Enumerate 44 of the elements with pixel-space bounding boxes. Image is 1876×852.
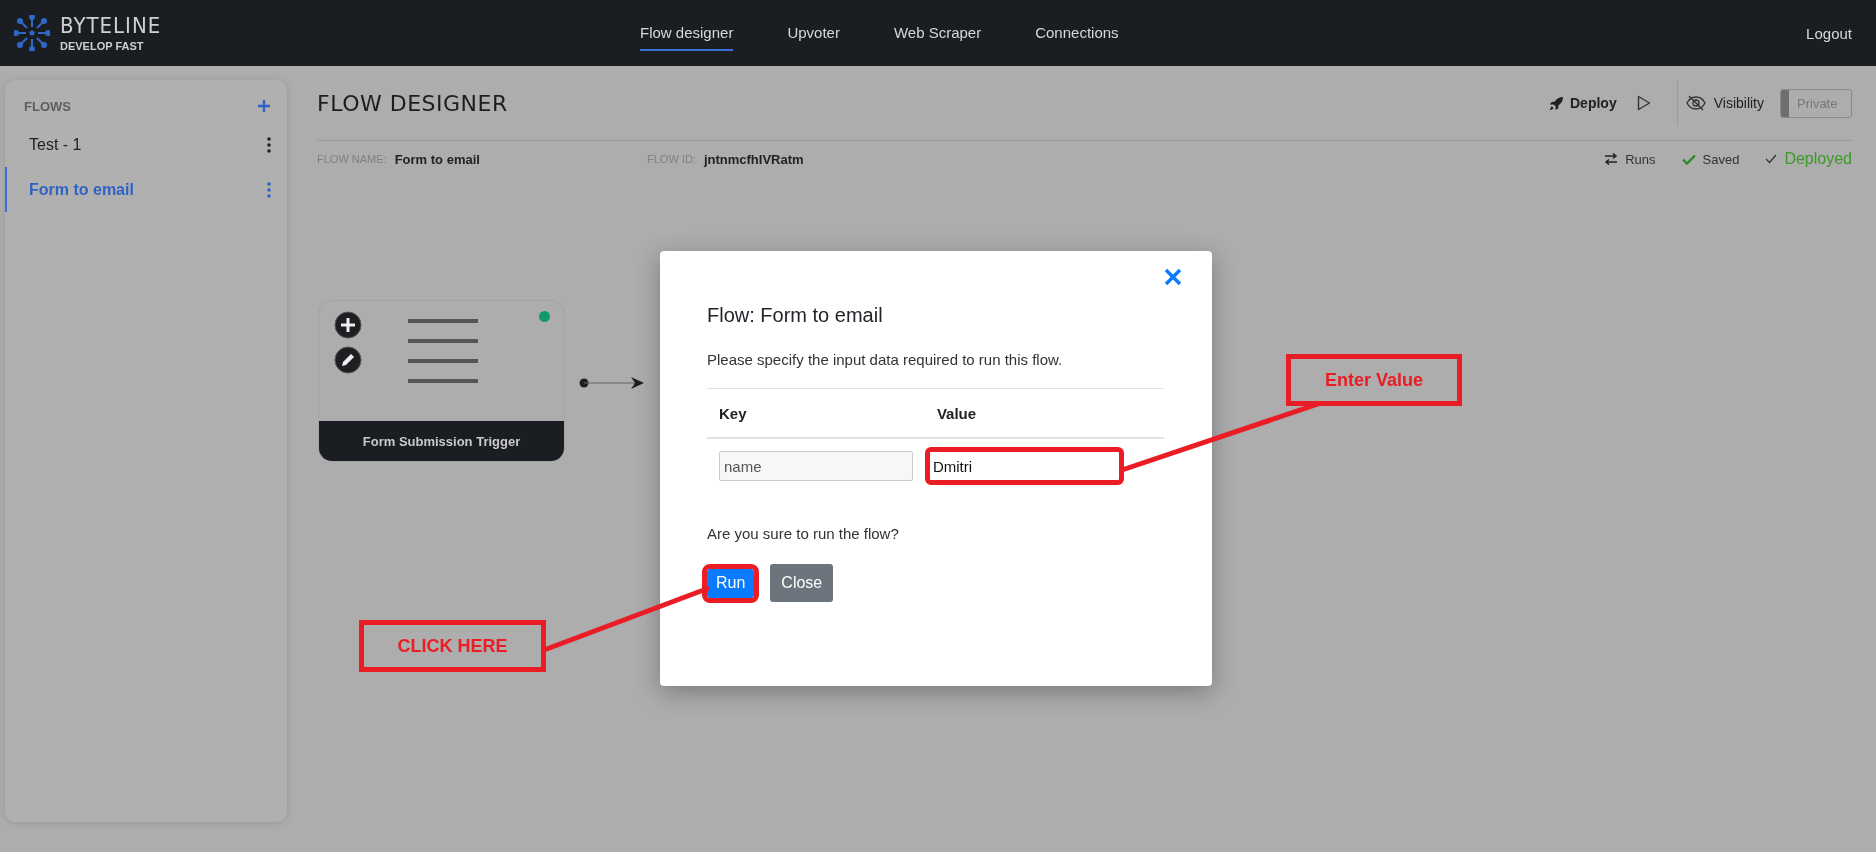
nav-tab[interactable]: Upvoter [787,15,840,51]
logout-link[interactable]: Logout [1806,24,1852,42]
rocket-icon [1549,95,1564,111]
flow-node[interactable]: Form Submission Trigger [318,300,565,462]
close-button[interactable]: Close [770,564,834,602]
column-header: Key [707,388,925,438]
dialog-description: Please specify the input data required to run this flow. [707,351,1064,368]
key-field[interactable]: name [719,451,913,481]
flow-list-item[interactable]: Test - 1 [5,122,287,167]
confirm-question: Are you sure to run the flow? [707,525,900,542]
status-label: Deployed [1784,150,1852,168]
swap-arrows-icon [1604,153,1619,165]
pencil-circle-icon[interactable] [334,346,362,374]
callout-label: CLICK HERE [359,620,546,672]
flow-name: Form to email [29,180,134,199]
logo-icon [14,15,50,51]
eye-slash-icon [1685,95,1706,111]
nav-tab[interactable]: Web Scraper [893,15,982,51]
visibility-label: Visibility [1713,95,1764,111]
logo-name: BYTELINE [60,14,162,37]
close-icon[interactable] [1164,268,1182,286]
column-header: Value [924,388,1164,438]
play-icon[interactable] [1636,95,1651,111]
callout-label: Enter Value [1286,354,1462,406]
dialog-title: Flow: Form to email [707,303,884,327]
check-icon [1681,153,1696,165]
connector-arrow [579,376,645,390]
check-icon [1765,154,1778,164]
field-value: Form to email [394,151,480,167]
add-icon[interactable] [257,99,271,113]
plus-circle-icon[interactable] [334,311,362,339]
kebab-icon[interactable] [267,136,271,153]
nav-tab[interactable]: Connections [1035,15,1119,51]
flow-name: Test - 1 [29,135,82,154]
status-label: Saved [1702,151,1740,167]
field-value: jntnmcfhIVRatm [703,151,804,167]
page-title: FLOW DESIGNER [317,90,509,116]
runs-link[interactable]: Runs [1625,151,1656,167]
deploy-button[interactable]: Deploy [1549,95,1617,111]
node-label: Form Submission Trigger [319,421,564,461]
nav-tab[interactable]: Flow designer [640,15,734,51]
list-lines-drawing [407,319,479,383]
sidebar-title: FLOWS [24,98,71,114]
logo-tagline: DEVELOP FAST [60,40,145,52]
